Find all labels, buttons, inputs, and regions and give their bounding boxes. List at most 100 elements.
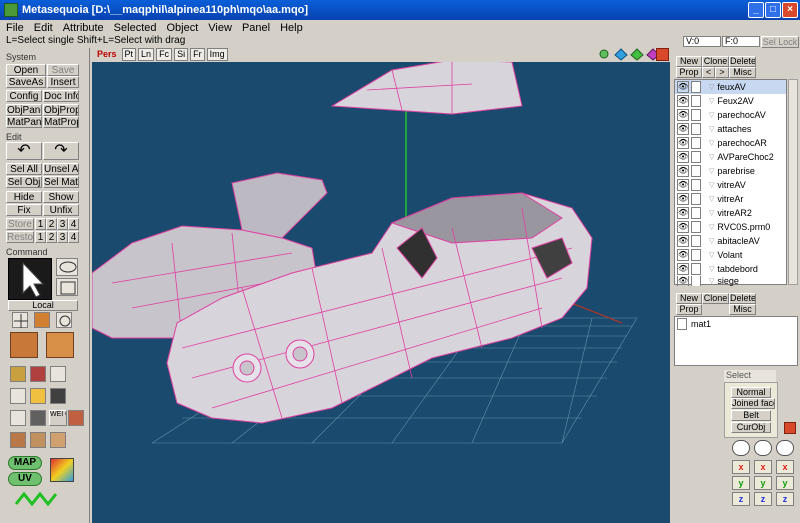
docinfo-button[interactable]: Doc Info — [43, 90, 79, 102]
rotate-gizmo-icon[interactable] — [776, 440, 794, 456]
lock-toggle[interactable] — [691, 193, 701, 205]
lasso-tool-button[interactable] — [56, 258, 78, 276]
eye-icon[interactable]: 👁 — [677, 123, 689, 135]
list-item[interactable]: 👁 ▽ Feux2AV — [675, 94, 786, 108]
store-slot-4[interactable]: 4 — [68, 218, 79, 230]
maximize-button[interactable]: □ — [765, 2, 781, 18]
save-button[interactable]: Save — [47, 64, 79, 76]
menu-help[interactable]: Help — [280, 22, 303, 34]
eye-icon[interactable]: 👁 — [677, 207, 689, 219]
obj-clone-button[interactable]: Clone — [702, 56, 729, 67]
weight-button[interactable]: WEI GHT — [49, 410, 67, 426]
sel-lock-button[interactable]: Sel Lock — [761, 36, 799, 48]
lock-toggle[interactable] — [691, 207, 701, 219]
list-item[interactable]: 👁 ▽ attaches — [675, 122, 786, 136]
morph-icon[interactable] — [50, 432, 66, 448]
eye-icon[interactable]: 👁 — [677, 249, 689, 261]
viewport-close-icon[interactable] — [656, 48, 669, 61]
select-normal-option[interactable]: Normal — [731, 387, 771, 398]
store-slot-3[interactable]: 3 — [57, 218, 68, 230]
obj-prop-button[interactable]: Prop — [676, 67, 702, 78]
menu-file[interactable]: File — [6, 22, 24, 34]
sculpt-icon[interactable] — [10, 432, 26, 448]
eye-icon[interactable]: 👁 — [677, 81, 689, 93]
hide-button[interactable]: Hide — [6, 191, 42, 203]
wave-icon[interactable] — [14, 490, 64, 510]
tab-pt[interactable]: Pt — [121, 48, 137, 61]
list-item[interactable]: 👁 ▽ parechocAR — [675, 136, 786, 150]
lock-toggle[interactable] — [691, 123, 701, 135]
lock-toggle[interactable] — [691, 137, 701, 149]
list-item[interactable]: 👁 ▽ vitreAR2 — [675, 206, 786, 220]
menu-selected[interactable]: Selected — [114, 22, 157, 34]
lock-toggle[interactable] — [691, 263, 701, 275]
obj-misc-button[interactable]: Misc — [729, 67, 756, 78]
eye-icon[interactable]: 👁 — [677, 151, 689, 163]
list-item[interactable]: 👁 ▽ AVPareChoc2 — [675, 150, 786, 164]
list-item[interactable]: 👁 ▽ feuxAV — [675, 80, 786, 94]
lock-toggle[interactable] — [691, 249, 701, 261]
mat-delete-button[interactable]: Delete — [729, 293, 756, 304]
select-panel-close-icon[interactable] — [784, 422, 796, 434]
restore-slot-1[interactable]: 1 — [35, 231, 46, 243]
lock-toggle[interactable] — [691, 81, 701, 93]
redo-button[interactable]: ↷ — [43, 142, 79, 160]
eye-icon[interactable]: 👁 — [677, 235, 689, 247]
obj-delete-button[interactable]: Delete — [729, 56, 756, 67]
lock-toggle[interactable] — [691, 151, 701, 163]
objpane-button[interactable]: ObjPane — [6, 104, 42, 116]
tab-ln[interactable]: Ln — [138, 48, 155, 61]
list-item[interactable]: 👁 ▽ abitacleAV — [675, 234, 786, 248]
axis-y-rotate[interactable]: y — [776, 476, 794, 490]
rect-select-tool-button[interactable] — [56, 278, 78, 296]
list-item[interactable]: 👁 ▽ vitreAV — [675, 178, 786, 192]
magnet-icon[interactable] — [30, 366, 46, 382]
show-button[interactable]: Show — [43, 191, 79, 203]
axis-y-scale[interactable]: y — [754, 476, 772, 490]
pan-icon[interactable] — [614, 48, 628, 61]
extrude-icon[interactable] — [30, 388, 46, 404]
knife-cut-icon[interactable] — [30, 410, 46, 426]
config-button[interactable]: Config — [6, 90, 42, 102]
bone-icon[interactable] — [30, 432, 46, 448]
sel-all-button[interactable]: Sel All — [6, 163, 42, 175]
paint-icon[interactable] — [50, 366, 66, 382]
axis-x-move[interactable]: x — [732, 460, 750, 474]
axis-x-rotate[interactable]: x — [776, 460, 794, 474]
scale-icon[interactable] — [34, 312, 50, 328]
eye-icon[interactable]: 👁 — [677, 193, 689, 205]
open-button[interactable]: Open — [6, 64, 46, 76]
menu-attribute[interactable]: Attribute — [63, 22, 104, 34]
list-item[interactable]: 👁 ▽ siege — [675, 276, 786, 286]
fix-button[interactable]: Fix — [6, 204, 42, 216]
object-list-scrollbar[interactable] — [788, 79, 798, 285]
lock-toggle[interactable] — [691, 179, 701, 191]
lock-toggle[interactable] — [691, 165, 701, 177]
eye-icon[interactable]: 👁 — [677, 179, 689, 191]
menu-edit[interactable]: Edit — [34, 22, 53, 34]
list-item[interactable]: 👁 ▽ parechocAV — [675, 108, 786, 122]
list-item[interactable]: mat1 — [675, 317, 797, 331]
lock-toggle[interactable] — [691, 109, 701, 121]
axis-z-scale[interactable]: z — [754, 492, 772, 506]
tab-fr[interactable]: Fr — [190, 48, 205, 61]
matpane-button[interactable]: MatPane — [6, 116, 42, 128]
restore-slot-4[interactable]: 4 — [68, 231, 79, 243]
restore-button[interactable]: Restore — [6, 231, 34, 243]
scale-gizmo-icon[interactable] — [754, 440, 772, 456]
local-button[interactable]: Local — [8, 300, 78, 311]
lock-toggle[interactable] — [691, 221, 701, 233]
edge-icon[interactable] — [50, 388, 66, 404]
mat-new-button[interactable]: New — [676, 293, 702, 304]
unfix-button[interactable]: Unfix — [43, 204, 79, 216]
menu-panel[interactable]: Panel — [242, 22, 270, 34]
store-slot-2[interactable]: 2 — [46, 218, 57, 230]
eye-icon[interactable]: 👁 — [677, 165, 689, 177]
box-primitive-icon[interactable] — [10, 332, 38, 358]
list-item[interactable]: 👁 ▽ RVC0S.prm0 — [675, 220, 786, 234]
unsel-all-button[interactable]: Unsel All — [43, 163, 79, 175]
list-item[interactable]: 👁 ▽ Volant — [675, 248, 786, 262]
delete-face-icon[interactable] — [10, 410, 26, 426]
tab-pers[interactable]: Pers — [94, 48, 120, 61]
cube-primitive-icon[interactable] — [46, 332, 74, 358]
